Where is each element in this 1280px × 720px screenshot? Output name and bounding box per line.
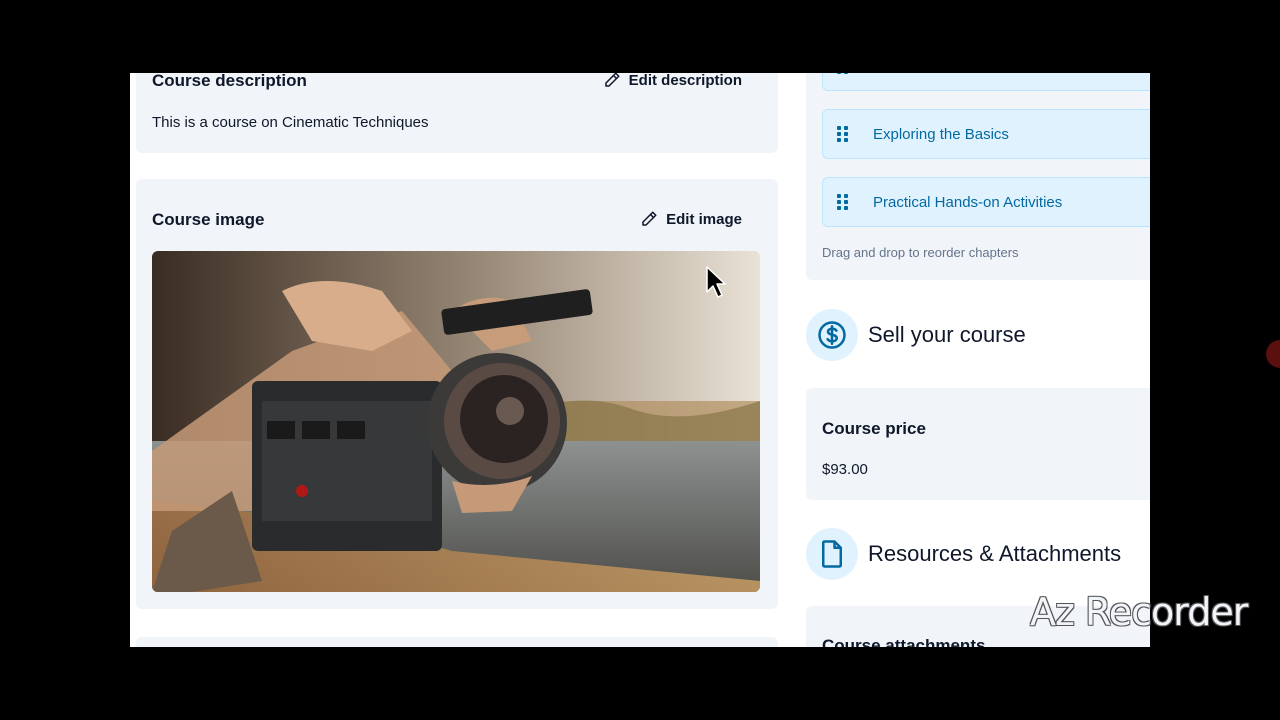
pencil-icon xyxy=(642,211,657,226)
chapter-item-practical-hands-on-activities[interactable]: Practical Hands-on Activities xyxy=(822,177,1150,227)
drag-handle-icon[interactable] xyxy=(837,194,857,210)
chapters-hint: Drag and drop to reorder chapters xyxy=(822,245,1019,260)
mouse-cursor-icon xyxy=(706,266,726,298)
course-description-text: This is a course on Cinematic Techniques xyxy=(152,114,429,131)
course-image-card: Course image Edit image xyxy=(136,179,778,609)
drag-handle-icon[interactable] xyxy=(837,126,857,142)
recording-indicator-icon xyxy=(1266,340,1280,368)
edit-image-label: Edit image xyxy=(666,210,742,228)
course-image-title: Course image xyxy=(152,210,265,229)
course-description-card: Course description Edit description This… xyxy=(136,73,778,153)
recorder-watermark: Az Recorder xyxy=(1030,590,1248,634)
course-image xyxy=(152,251,760,592)
chapter-label: Exploring the Basics xyxy=(873,125,1009,143)
sell-course-section-header: Sell your course xyxy=(806,309,1026,361)
pencil-icon xyxy=(604,73,620,87)
course-editor-viewport: Course description Edit description This… xyxy=(130,73,1150,647)
chapter-item-exploring-the-basics[interactable]: Exploring the Basics xyxy=(822,109,1150,159)
dollar-circle-icon xyxy=(806,309,858,361)
file-icon xyxy=(806,528,858,580)
course-price-label: Course price xyxy=(822,419,926,438)
chapters-card: Exploring the Basics Practical Hands-on … xyxy=(806,73,1150,280)
course-price-card: Course price $93.00 xyxy=(806,388,1150,500)
drag-handle-icon[interactable] xyxy=(837,73,857,74)
resources-title: Resources & Attachments xyxy=(868,541,1122,566)
course-attachments-label: Course attachments xyxy=(822,636,986,647)
course-description-title: Course description xyxy=(152,73,307,90)
edit-description-label: Edit description xyxy=(628,73,742,89)
chapter-item[interactable] xyxy=(822,73,1150,91)
course-price-value: $93.00 xyxy=(822,461,868,478)
chapter-label: Practical Hands-on Activities xyxy=(873,193,1063,211)
edit-image-button[interactable]: Edit image xyxy=(640,210,742,228)
sell-course-title: Sell your course xyxy=(868,322,1026,347)
next-section-card xyxy=(136,637,778,647)
edit-description-button[interactable]: Edit description xyxy=(603,73,742,89)
resources-section-header: Resources & Attachments xyxy=(806,528,1121,580)
